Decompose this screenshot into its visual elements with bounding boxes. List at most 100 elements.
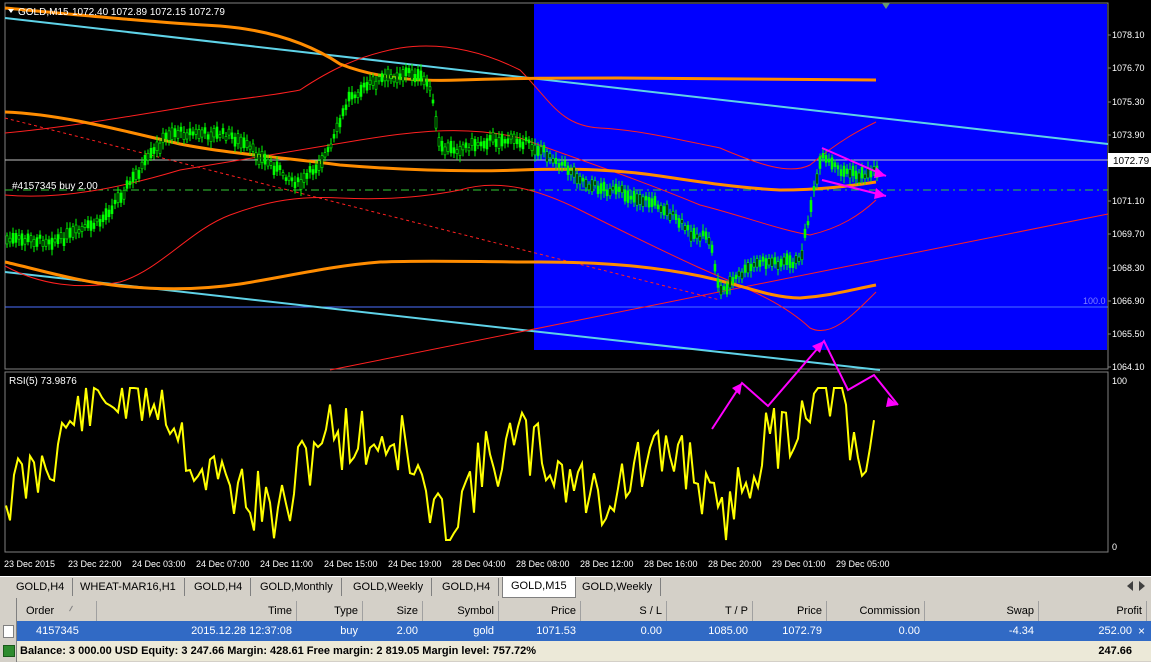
candle — [302, 172, 306, 183]
candle — [704, 231, 708, 240]
candle — [794, 255, 798, 264]
candle — [143, 155, 147, 166]
close-order-icon[interactable]: × — [1138, 621, 1145, 641]
candle — [248, 145, 252, 150]
col-tp[interactable]: T / P — [666, 601, 753, 621]
candle — [149, 148, 153, 159]
price-axis-label: 1068.30 — [1112, 263, 1145, 273]
col-swap[interactable]: Swap — [924, 601, 1039, 621]
candle — [167, 130, 171, 141]
candle — [5, 235, 9, 245]
candle — [563, 160, 567, 167]
candle — [191, 131, 195, 136]
col-size[interactable]: Size — [362, 601, 423, 621]
candle — [506, 138, 510, 144]
candle — [623, 189, 627, 202]
highlight-box[interactable] — [534, 4, 1107, 350]
candle — [656, 204, 660, 210]
candle — [446, 142, 450, 152]
price-axis-label: 1071.10 — [1112, 196, 1145, 206]
candle — [842, 165, 846, 177]
candle — [728, 276, 732, 289]
candle — [476, 142, 480, 146]
rsi-axis-0: 0 — [1112, 542, 1117, 552]
candle — [131, 171, 135, 183]
candle — [233, 136, 237, 147]
candle — [245, 140, 249, 148]
time-axis-label: 23 Dec 2015 — [4, 559, 55, 569]
col-time[interactable]: Time — [96, 601, 297, 621]
candle — [218, 134, 222, 139]
candle — [860, 166, 864, 179]
candle — [422, 75, 426, 86]
candle — [440, 140, 444, 152]
candle — [785, 253, 789, 265]
candle — [743, 264, 747, 273]
tab-gold-h4-2[interactable]: GOLD,H4 — [186, 578, 252, 596]
candle — [266, 159, 270, 167]
candle — [746, 262, 750, 274]
time-axis-label: 28 Dec 20:00 — [708, 559, 762, 569]
candle — [635, 193, 639, 206]
candle — [236, 133, 240, 145]
tab-gold-monthly[interactable]: GOLD,Monthly — [252, 578, 342, 596]
candle — [584, 179, 588, 189]
candle — [542, 144, 546, 153]
candle — [101, 214, 105, 223]
candle — [41, 240, 45, 247]
tab-gold-h4-1[interactable]: GOLD,H4 — [8, 578, 74, 596]
candle — [674, 214, 678, 220]
candle — [317, 160, 321, 171]
candle — [554, 157, 558, 164]
candle — [170, 127, 174, 140]
candle — [512, 133, 516, 144]
candle — [464, 142, 468, 148]
chart-canvas[interactable]: 1078.10 1076.70 1075.30 1073.90 1071.10 1069.… — [0, 0, 1151, 576]
tab-gold-weekly-2[interactable]: GOLD,Weekly — [574, 578, 662, 596]
candle — [365, 82, 369, 91]
col-commission[interactable]: Commission — [826, 601, 925, 621]
cell-symbol: gold — [473, 625, 494, 637]
candle — [764, 258, 768, 269]
candle — [413, 74, 417, 83]
candle — [533, 144, 537, 156]
candle — [59, 232, 63, 240]
candle — [182, 132, 186, 140]
tab-scroll-left-icon[interactable] — [1127, 581, 1133, 591]
price-axis-label: 1069.70 — [1112, 229, 1145, 239]
col-price-open[interactable]: Price — [498, 601, 581, 621]
col-price-current[interactable]: Price — [752, 601, 827, 621]
col-sl[interactable]: S / L — [580, 601, 667, 621]
tab-wheat-h1[interactable]: WHEAT-MAR16,H1 — [72, 578, 185, 596]
tab-gold-weekly-1[interactable]: GOLD,Weekly — [345, 578, 433, 596]
candle — [296, 177, 300, 183]
chart-area[interactable]: 1078.10 1076.70 1075.30 1073.90 1071.10 1069.… — [0, 0, 1151, 576]
candle — [644, 195, 648, 201]
candle — [788, 255, 792, 268]
candle — [692, 227, 696, 239]
candle — [221, 128, 225, 135]
candle — [719, 285, 723, 296]
candle — [725, 283, 729, 295]
candle — [272, 165, 276, 175]
candle — [545, 151, 549, 163]
price-axis-label: 1076.70 — [1112, 63, 1145, 73]
col-symbol[interactable]: Symbol — [422, 601, 499, 621]
candle — [518, 139, 522, 148]
candle — [452, 147, 456, 154]
tab-scroll-right-icon[interactable] — [1139, 581, 1145, 591]
candle — [638, 194, 642, 205]
candle — [503, 139, 507, 144]
table-row[interactable]: 4157345 2015.12.28 12:37:08 buy 2.00 gol… — [16, 621, 1151, 641]
candle — [515, 138, 519, 145]
col-type[interactable]: Type — [296, 601, 363, 621]
candle — [716, 278, 720, 288]
tab-gold-m15[interactable]: GOLD,M15 — [502, 577, 576, 598]
tab-gold-h4-3[interactable]: GOLD,H4 — [434, 578, 500, 596]
col-order[interactable]: Order — [16, 601, 97, 621]
candle — [128, 181, 132, 186]
candle — [449, 140, 453, 154]
price-axis-label: 1078.10 — [1112, 30, 1145, 40]
col-profit[interactable]: Profit — [1038, 601, 1147, 621]
candle — [653, 196, 657, 206]
